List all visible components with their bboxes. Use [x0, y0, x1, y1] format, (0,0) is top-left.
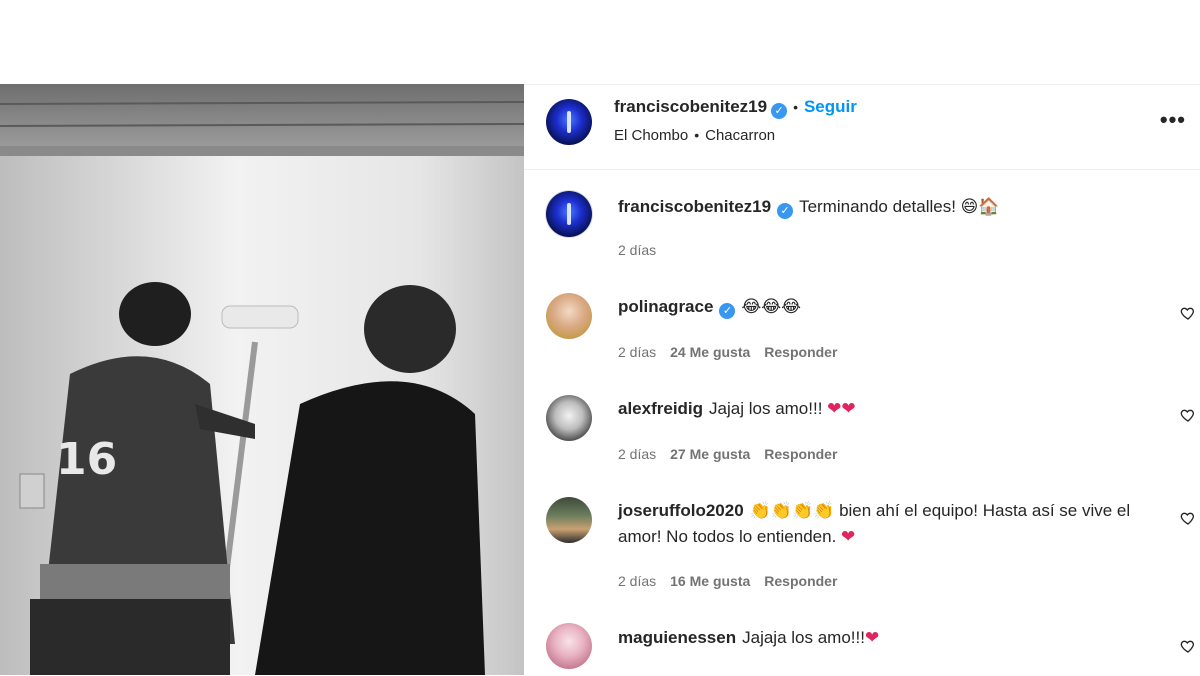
author-avatar[interactable] — [546, 99, 592, 145]
more-options-icon[interactable]: ••• — [1160, 107, 1186, 133]
post-photo[interactable]: 16 — [0, 84, 524, 675]
comment-likes[interactable]: 16 Me gusta — [670, 573, 750, 589]
comment-username[interactable]: joseruffolo2020 — [618, 501, 744, 520]
audio-track[interactable]: Chacarron — [705, 127, 775, 144]
comment-emoji: ❤❤ — [827, 399, 856, 419]
verified-badge-icon: ✓ — [777, 203, 794, 219]
follow-button[interactable]: Seguir — [804, 97, 857, 116]
audio-info[interactable]: El Chombo • Chacarron — [614, 127, 775, 144]
caption: franciscobenitez19 ✓ Terminando detalles! … — [618, 194, 1160, 220]
audio-separator: • — [694, 127, 700, 143]
comment-avatar[interactable] — [546, 623, 592, 669]
caption-time[interactable]: 2 días — [618, 242, 656, 258]
caption-username[interactable]: franciscobenitez19 — [618, 197, 771, 216]
header-separator: • — [793, 99, 798, 115]
like-heart-icon[interactable] — [1180, 510, 1196, 526]
caption-meta: 2 días — [618, 242, 670, 258]
comment-likes[interactable]: 27 Me gusta — [670, 446, 750, 462]
caption-avatar[interactable] — [546, 191, 592, 237]
comment-meta: 2 días 24 Me gusta Responder — [618, 344, 851, 360]
like-heart-icon[interactable] — [1180, 407, 1196, 423]
author-username[interactable]: franciscobenitez19 — [614, 97, 767, 116]
comment-emoji: 😂😂😂 — [741, 297, 802, 317]
caption-text: Terminando detalles! — [799, 197, 956, 216]
post-panel: franciscobenitez19 ✓ • Seguir El Chombo • Cha… — [524, 84, 1200, 676]
post-header: franciscobenitez19 ✓ • Seguir El Chombo • Cha… — [524, 85, 1200, 170]
comment-text: Jajaj los amo!!! — [709, 399, 823, 418]
audio-artist[interactable]: El Chombo — [614, 127, 688, 144]
comment-row: polinagrace ✓ 😂😂😂 — [618, 294, 1160, 320]
reply-button[interactable]: Responder — [764, 344, 837, 360]
comment-username[interactable]: maguienessen — [618, 628, 736, 647]
comment-text: Jajaja los amo!!! — [742, 628, 865, 647]
comment-time[interactable]: 2 días — [618, 573, 656, 589]
comment-likes[interactable]: 24 Me gusta — [670, 344, 750, 360]
comment-row: joseruffolo2020 👏👏👏👏 bien ahí el equipo! … — [618, 498, 1160, 550]
comment-meta: 2 días 16 Me gusta Responder — [618, 573, 851, 589]
comment-time[interactable]: 2 días — [618, 446, 656, 462]
svg-text:16: 16 — [56, 434, 117, 485]
comment-emoji: ❤ — [841, 527, 856, 547]
verified-badge-icon: ✓ — [771, 103, 788, 119]
like-heart-icon[interactable] — [1180, 305, 1196, 321]
comment-avatar[interactable] — [546, 395, 592, 441]
comment-username[interactable]: polinagrace — [618, 297, 713, 316]
comment-row: alexfreidig Jajaj los amo!!! ❤❤ — [618, 396, 1160, 422]
comment-time[interactable]: 2 días — [618, 344, 656, 360]
comment-username[interactable]: alexfreidig — [618, 399, 703, 418]
comment-avatar[interactable] — [546, 293, 592, 339]
reply-button[interactable]: Responder — [764, 573, 837, 589]
caption-emoji: 😄🏠 — [960, 197, 1000, 217]
comment-emoji: ❤ — [864, 628, 880, 648]
comment-row: maguienessen Jajaja los amo!!!❤ — [618, 625, 1160, 651]
reply-button[interactable]: Responder — [764, 446, 837, 462]
comment-claps: 👏👏👏👏 — [749, 501, 835, 521]
verified-badge-icon: ✓ — [719, 303, 736, 319]
like-heart-icon[interactable] — [1180, 638, 1196, 654]
comment-meta: 2 días 27 Me gusta Responder — [618, 446, 851, 462]
comment-avatar[interactable] — [546, 497, 592, 543]
